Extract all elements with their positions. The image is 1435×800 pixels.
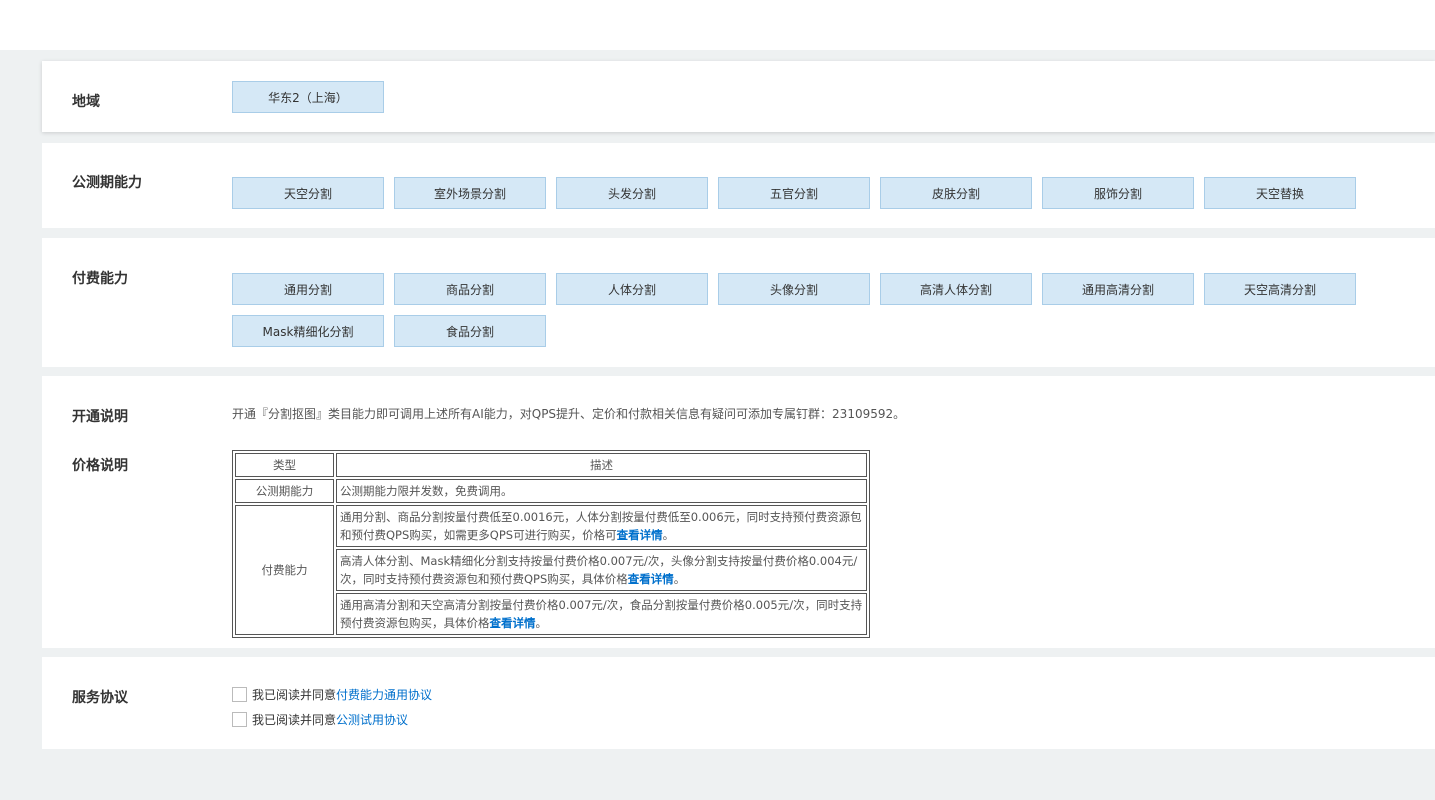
paid-option[interactable]: 人体分割 [556, 273, 708, 305]
paid-option[interactable]: 头像分割 [718, 273, 870, 305]
agreement-prefix: 我已阅读并同意 [252, 713, 337, 727]
beta-capability-label: 公测期能力 [72, 175, 142, 191]
paid-capability-section: 付费能力 通用分割 商品分割 人体分割 头像分割 高清人体分割 通用高清分割 天… [42, 238, 1435, 367]
description-cell: 公测期能力限并发数，免费调用。 [336, 479, 867, 503]
beta-capability-section: 公测期能力 天空分割 室外场景分割 头发分割 五官分割 皮肤分割 服饰分割 天空… [42, 143, 1435, 228]
beta-option[interactable]: 头发分割 [556, 177, 708, 209]
description-cell: 高清人体分割、Mask精细化分割支持按量付费价格0.007元/次，头像分割支持按… [336, 549, 867, 591]
paid-option[interactable]: 通用高清分割 [1042, 273, 1194, 305]
region-option-east-china-2[interactable]: 华东2（上海） [232, 81, 384, 113]
beta-option[interactable]: 皮肤分割 [880, 177, 1032, 209]
paid-option[interactable]: 天空高清分割 [1204, 273, 1356, 305]
agreement-row-paid: 我已阅读并同意 付费能力通用协议 [232, 686, 432, 703]
description-tail: 。 [673, 572, 686, 586]
description-cell: 通用高清分割和天空高清分割按量付费价格0.007元/次，食品分割按量付费价格0.… [336, 593, 867, 635]
beta-option[interactable]: 天空分割 [232, 177, 384, 209]
header-description: 描述 [336, 453, 867, 477]
beta-agreement-link[interactable]: 公测试用协议 [336, 711, 408, 728]
activation-label: 开通说明 [72, 409, 128, 425]
view-details-link[interactable]: 查看详情 [490, 616, 536, 630]
paid-option[interactable]: 通用分割 [232, 273, 384, 305]
beta-agreement-checkbox[interactable] [232, 712, 247, 727]
paid-option[interactable]: Mask精细化分割 [232, 315, 384, 347]
view-details-link[interactable]: 查看详情 [628, 572, 674, 586]
paid-option[interactable]: 高清人体分割 [880, 273, 1032, 305]
paid-option[interactable]: 食品分割 [394, 315, 546, 347]
table-row: 付费能力 通用分割、商品分割按量付费低至0.0016元，人体分割按量付费低至0.… [235, 505, 867, 635]
beta-option[interactable]: 五官分割 [718, 177, 870, 209]
region-section: 地域 华东2（上海） [42, 61, 1435, 132]
agreement-section: 服务协议 我已阅读并同意 付费能力通用协议 我已阅读并同意 公测试用协议 [42, 657, 1435, 749]
top-bar [0, 0, 1435, 50]
pricing-table: 类型 描述 公测期能力 公测期能力限并发数，免费调用。 付费能力 通用分割、商品… [232, 450, 870, 638]
activation-text: 开通『分割抠图』类目能力即可调用上述所有AI能力，对QPS提升、定价和付款相关信… [232, 407, 906, 421]
type-cell: 公测期能力 [235, 479, 334, 503]
description-text: 高清人体分割、Mask精细化分割支持按量付费价格0.007元/次，头像分割支持按… [340, 554, 858, 586]
view-details-link[interactable]: 查看详情 [617, 528, 663, 542]
pricing-label: 价格说明 [72, 458, 128, 474]
paid-agreement-checkbox[interactable] [232, 687, 247, 702]
header-type: 类型 [235, 453, 334, 477]
description-text: 通用分割、商品分割按量付费低至0.0016元，人体分割按量付费低至0.006元，… [340, 510, 862, 542]
agreement-prefix: 我已阅读并同意 [252, 688, 337, 702]
agreement-row-beta: 我已阅读并同意 公测试用协议 [232, 711, 408, 728]
paid-capability-label: 付费能力 [72, 271, 128, 287]
table-header-row: 类型 描述 [235, 453, 867, 477]
description-text: 通用高清分割和天空高清分割按量付费价格0.007元/次，食品分割按量付费价格0.… [340, 598, 863, 630]
beta-option[interactable]: 天空替换 [1204, 177, 1356, 209]
type-cell: 付费能力 [235, 505, 334, 635]
beta-option[interactable]: 服饰分割 [1042, 177, 1194, 209]
description-tail: 。 [662, 528, 675, 542]
description-tail: 。 [535, 616, 548, 630]
beta-option[interactable]: 室外场景分割 [394, 177, 546, 209]
table-row: 公测期能力 公测期能力限并发数，免费调用。 [235, 479, 867, 503]
paid-option[interactable]: 商品分割 [394, 273, 546, 305]
info-section: 开通说明 开通『分割抠图』类目能力即可调用上述所有AI能力，对QPS提升、定价和… [42, 376, 1435, 648]
agreement-label: 服务协议 [72, 690, 128, 706]
description-cell: 通用分割、商品分割按量付费低至0.0016元，人体分割按量付费低至0.006元，… [336, 505, 867, 547]
region-label: 地域 [72, 94, 100, 110]
paid-agreement-link[interactable]: 付费能力通用协议 [336, 686, 432, 703]
